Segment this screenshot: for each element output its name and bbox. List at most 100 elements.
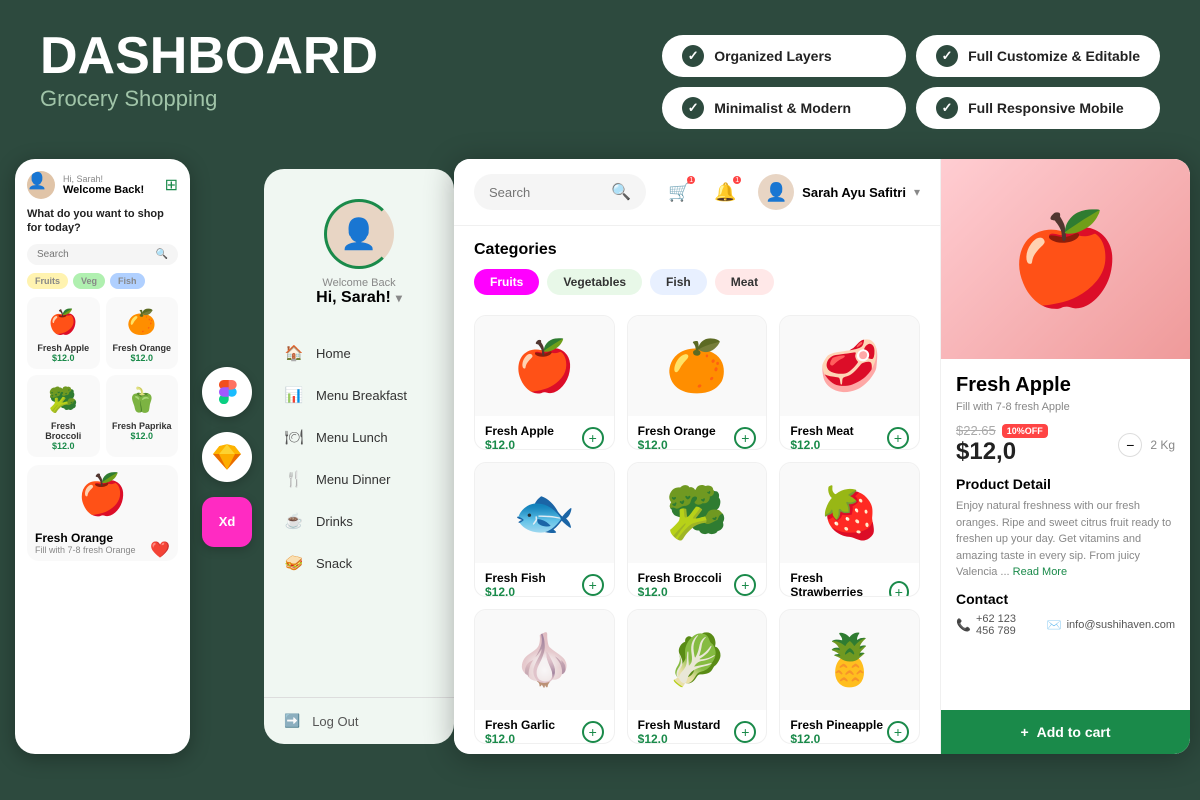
product-card-pineapple[interactable]: 🍍 Fresh Pineapple $12.0 + bbox=[779, 609, 920, 744]
discount-badge: 10%OFF bbox=[1002, 424, 1048, 438]
notification-button[interactable]: 🔔 1 bbox=[707, 174, 743, 210]
nav-item-menu-breakfast[interactable]: 📊 Menu Breakfast bbox=[264, 374, 454, 416]
product-grid-panel: 🔍 🛒 1 🔔 1 👤 Sarah Ayu Safitri ▾ bbox=[454, 159, 940, 754]
plus-icon: + bbox=[1020, 724, 1028, 740]
nav-item-home[interactable]: 🏠 Home bbox=[264, 332, 454, 374]
product-price: $12.0 bbox=[112, 431, 173, 441]
product-image: 🥦 bbox=[38, 381, 88, 421]
home-icon: 🏠 bbox=[284, 344, 304, 362]
tab-meat[interactable]: Meat bbox=[715, 269, 774, 295]
product-image: 🍎 bbox=[38, 303, 88, 343]
product-name: Fresh Strawberries bbox=[790, 571, 888, 597]
product-name: Fresh Fish bbox=[485, 571, 546, 585]
mobile-category-tabs: Fruits Veg Fish bbox=[15, 273, 190, 297]
product-image-mustard: 🥬 bbox=[628, 610, 767, 710]
check-icon: ✓ bbox=[936, 45, 958, 67]
categories-title: Categories bbox=[474, 241, 920, 259]
add-to-cart-orange-button[interactable]: + bbox=[734, 427, 756, 449]
product-card-mustard[interactable]: 🥬 Fresh Mustard $12.0 + bbox=[627, 609, 768, 744]
feature-badges: ✓ Organized Layers ✓ Full Customize & Ed… bbox=[662, 35, 1160, 129]
search-bar[interactable]: 🔍 bbox=[474, 174, 646, 210]
nav-item-drinks[interactable]: ☕ Drinks bbox=[264, 500, 454, 542]
quantity-control: − 2 Kg bbox=[1118, 433, 1175, 457]
product-name: Fresh Garlic bbox=[485, 718, 555, 732]
nav-item-snack[interactable]: 🥪 Snack bbox=[264, 542, 454, 584]
product-name: Fresh Broccoli bbox=[33, 421, 94, 441]
nav-item-label: Menu Dinner bbox=[316, 472, 390, 487]
product-name: Fresh Broccoli bbox=[638, 571, 722, 585]
product-image: 🍊 bbox=[117, 303, 167, 343]
user-info[interactable]: 👤 Sarah Ayu Safitri ▾ bbox=[758, 174, 920, 210]
mobile-cat-fish[interactable]: Fish bbox=[110, 273, 145, 289]
mobile-product-paprika[interactable]: 🫑 Fresh Paprika $12.0 bbox=[106, 375, 179, 457]
product-card-meat[interactable]: 🥩 Fresh Meat $12.0 + bbox=[779, 315, 920, 450]
page-header: DASHBOARD Grocery Shopping ✓ Organized L… bbox=[0, 0, 1200, 149]
notification-badge: 1 bbox=[733, 176, 741, 184]
mobile-products-grid: 🍎 Fresh Apple $12.0 🍊 Fresh Orange $12.0… bbox=[15, 297, 190, 465]
badge-label: Full Customize & Editable bbox=[968, 48, 1140, 64]
cart-button[interactable]: 🛒 1 bbox=[661, 174, 697, 210]
product-info: Fresh Orange $12.0 + bbox=[628, 416, 767, 450]
mobile-search-input[interactable] bbox=[37, 249, 151, 260]
tab-fruits[interactable]: Fruits bbox=[474, 269, 539, 295]
product-name: Fresh Meat bbox=[790, 424, 853, 438]
tab-fish[interactable]: Fish bbox=[650, 269, 707, 295]
badge-responsive: ✓ Full Responsive Mobile bbox=[916, 87, 1160, 129]
mobile-question: What do you want to shop for today? bbox=[15, 207, 190, 244]
snack-icon: 🥪 bbox=[284, 554, 304, 572]
mobile-product-broccoli[interactable]: 🥦 Fresh Broccoli $12.0 bbox=[27, 375, 100, 457]
product-info: Fresh Pineapple $12.0 + bbox=[780, 710, 919, 744]
add-to-cart-fish-button[interactable]: + bbox=[582, 574, 604, 596]
product-card-broccoli[interactable]: 🥦 Fresh Broccoli $12.0 + bbox=[627, 462, 768, 597]
add-to-cart-strawberry-button[interactable]: + bbox=[889, 581, 909, 597]
product-image-fish: 🐟 bbox=[475, 463, 614, 563]
price-row: $22.65 10%OFF $12,0 − 2 Kg bbox=[956, 423, 1175, 466]
add-to-cart-mustard-button[interactable]: + bbox=[734, 721, 756, 743]
heart-icon[interactable]: ❤️ bbox=[150, 540, 170, 560]
product-price: $12.0 bbox=[485, 438, 554, 450]
nav-item-menu-lunch[interactable]: 🍽 Menu Lunch bbox=[264, 416, 454, 458]
screens-wrapper: 👤 Hi, Sarah! Welcome Back! ⊞ What do you… bbox=[0, 149, 454, 764]
add-to-cart-meat-button[interactable]: + bbox=[887, 427, 909, 449]
add-to-cart-pineapple-button[interactable]: + bbox=[887, 721, 909, 743]
mobile-product-apple[interactable]: 🍎 Fresh Apple $12.0 bbox=[27, 297, 100, 369]
add-to-cart-garlic-button[interactable]: + bbox=[582, 721, 604, 743]
product-name: Fresh Apple bbox=[33, 343, 94, 353]
search-input[interactable] bbox=[489, 185, 603, 200]
add-to-cart-button[interactable]: + Add to cart bbox=[941, 710, 1190, 754]
mobile-featured-product[interactable]: 🍎 Fresh Orange Fill with 7-8 fresh Orang… bbox=[27, 465, 178, 561]
detail-product-description: Fill with 7-8 fresh Apple bbox=[956, 401, 1175, 413]
header-branding: DASHBOARD Grocery Shopping bbox=[40, 30, 378, 112]
add-to-cart-apple-button[interactable]: + bbox=[582, 427, 604, 449]
nav-item-menu-dinner[interactable]: 🍴 Menu Dinner bbox=[264, 458, 454, 500]
product-name: Fresh Orange bbox=[112, 343, 173, 353]
mobile-cat-vegetables[interactable]: Veg bbox=[73, 273, 105, 289]
topbar: 🔍 🛒 1 🔔 1 👤 Sarah Ayu Safitri ▾ bbox=[454, 159, 940, 226]
product-card-garlic[interactable]: 🧄 Fresh Garlic $12.0 + bbox=[474, 609, 615, 744]
topbar-icons: 🛒 1 🔔 1 bbox=[661, 174, 743, 210]
search-icon: 🔍 bbox=[611, 182, 631, 202]
add-to-cart-broccoli-button[interactable]: + bbox=[734, 574, 756, 596]
product-price: $12.0 bbox=[638, 438, 716, 450]
decrease-qty-button[interactable]: − bbox=[1118, 433, 1142, 457]
product-info: Fresh Garlic $12.0 + bbox=[475, 710, 614, 744]
logout-button[interactable]: ➡️ Log Out bbox=[264, 697, 454, 744]
grid-icon[interactable]: ⊞ bbox=[165, 175, 178, 195]
mobile-product-orange[interactable]: 🍊 Fresh Orange $12.0 bbox=[106, 297, 179, 369]
read-more-button[interactable]: Read More bbox=[1013, 566, 1067, 578]
mobile-cat-fruits[interactable]: Fruits bbox=[27, 273, 68, 289]
product-card-apple[interactable]: 🍎 Fresh Apple $12.0 + bbox=[474, 315, 615, 450]
badge-minimalist: ✓ Minimalist & Modern bbox=[662, 87, 906, 129]
product-card-orange[interactable]: 🍊 Fresh Orange $12.0 + bbox=[627, 315, 768, 450]
product-image-strawberry: 🍓 bbox=[780, 463, 919, 563]
badge-label: Minimalist & Modern bbox=[714, 100, 851, 116]
product-card-fish[interactable]: 🐟 Fresh Fish $12.0 + bbox=[474, 462, 615, 597]
product-name: Fresh Orange bbox=[638, 424, 716, 438]
current-price: $12,0 bbox=[956, 438, 1048, 466]
user-name: Sarah Ayu Safitri bbox=[802, 185, 906, 200]
product-image: 🫑 bbox=[117, 381, 167, 421]
contact-info: 📞 +62 123 456 789 ✉️ info@sushihaven.com bbox=[956, 613, 1175, 637]
tab-vegetables[interactable]: Vegetables bbox=[547, 269, 642, 295]
product-card-strawberries[interactable]: 🍓 Fresh Strawberries $12.0 + bbox=[779, 462, 920, 597]
mobile-search-bar[interactable]: 🔍 bbox=[27, 244, 178, 265]
